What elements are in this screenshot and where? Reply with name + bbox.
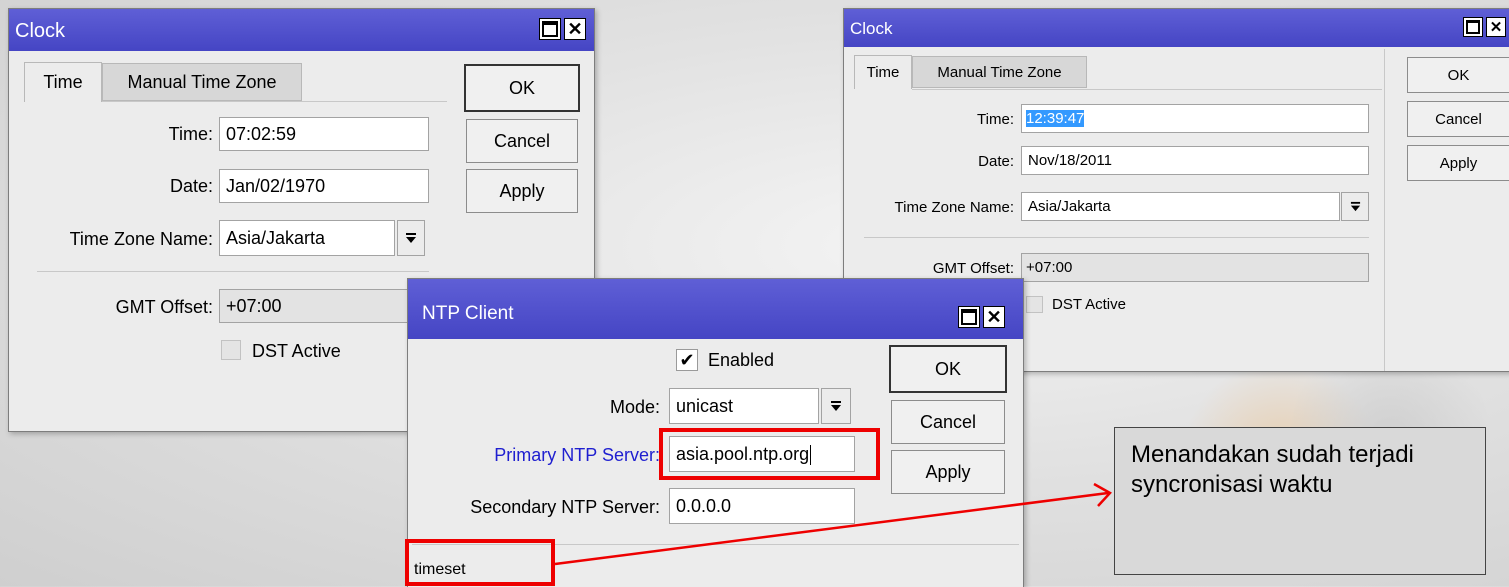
annotation-arrow (554, 482, 1112, 566)
